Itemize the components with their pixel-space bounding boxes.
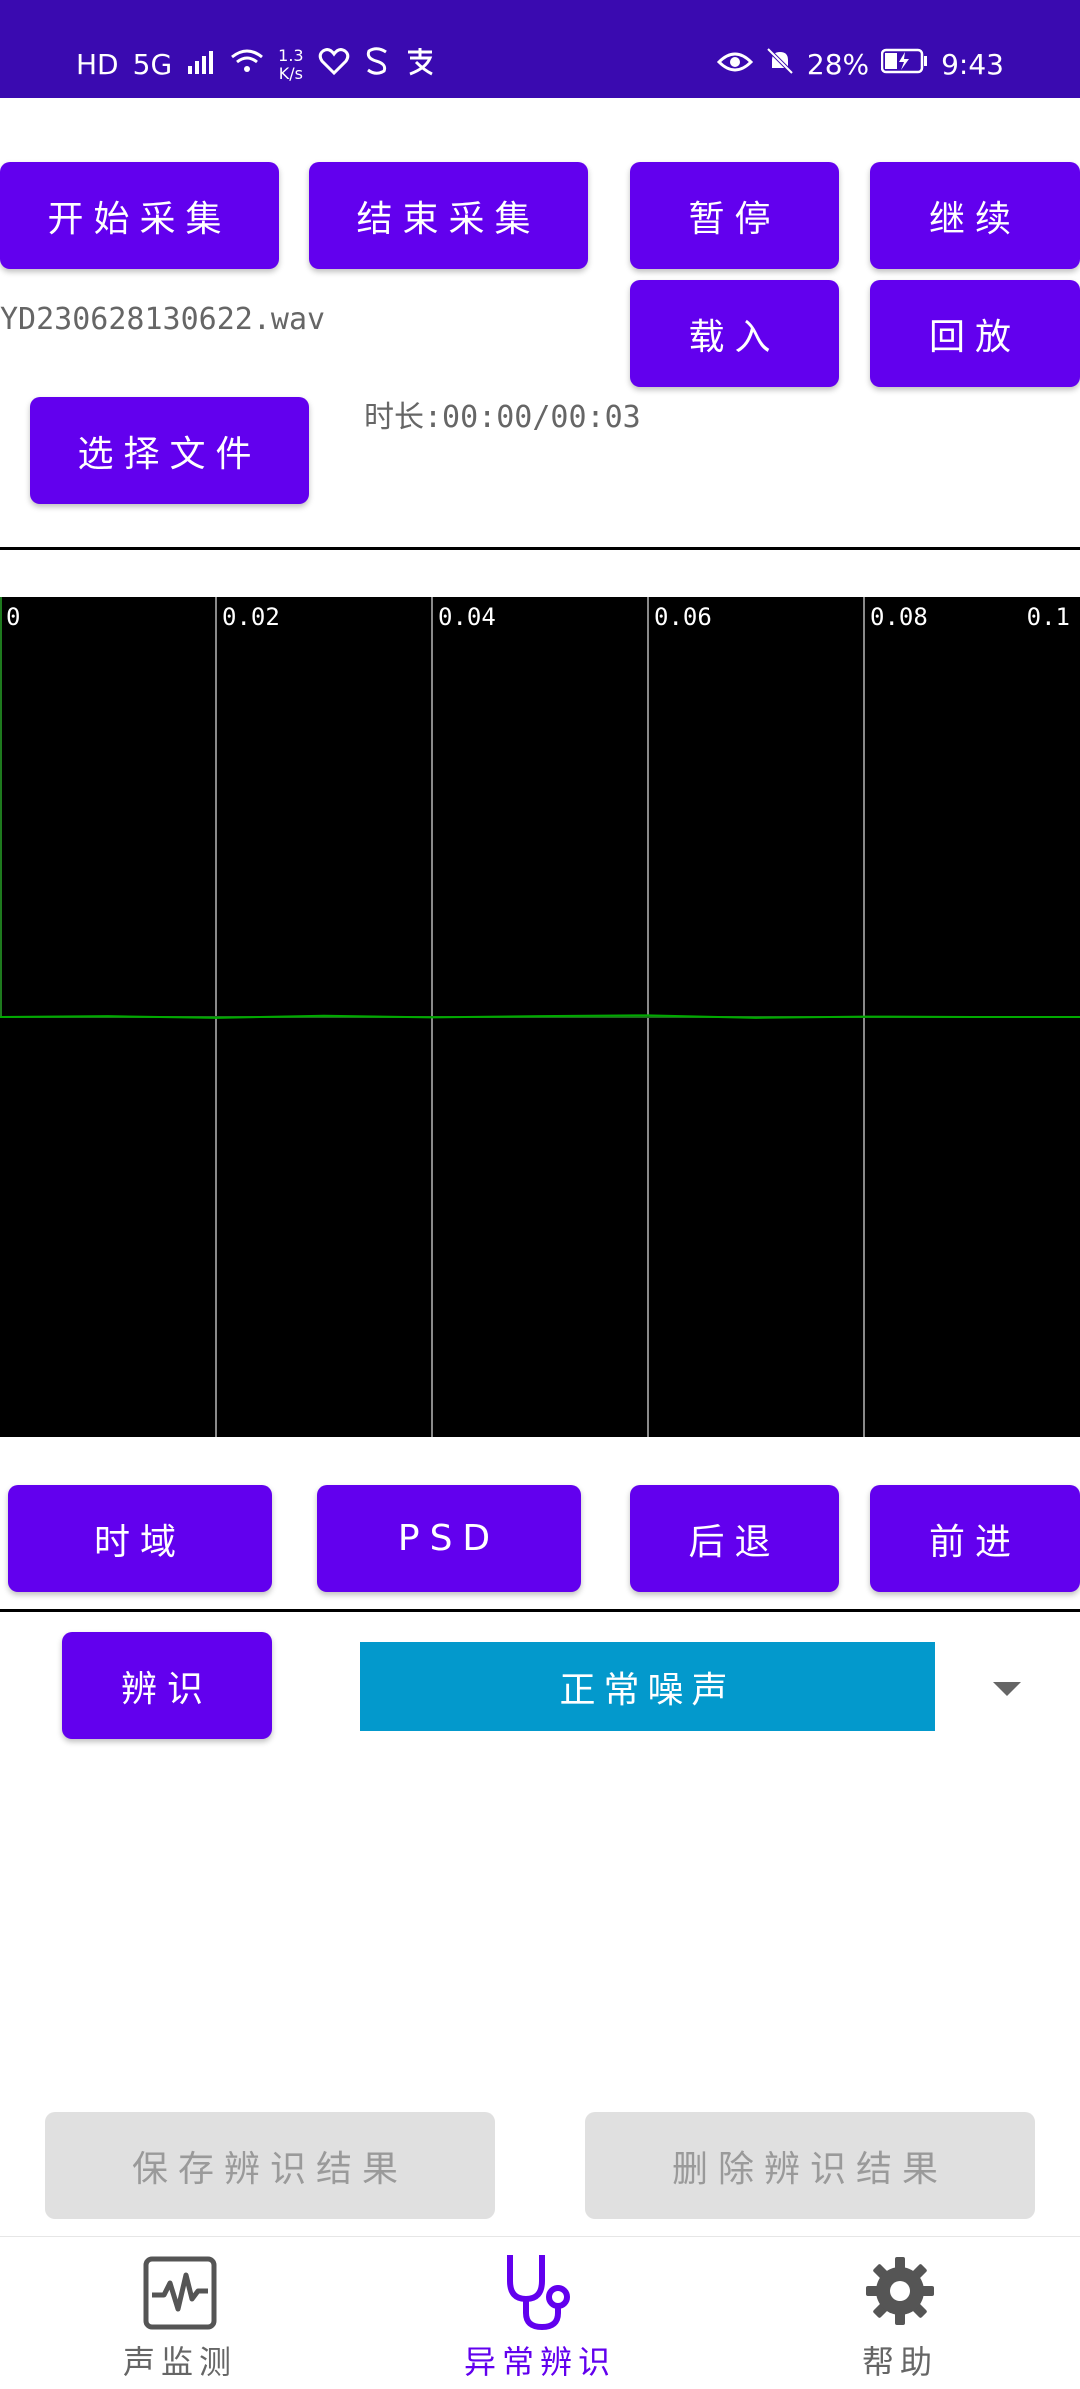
file-name: YD230628130622.wav	[0, 302, 326, 337]
x-tick-label: 0.08	[870, 603, 928, 631]
delete-result-button[interactable]: 删除辨识结果	[585, 2112, 1035, 2219]
bell-muted-icon	[765, 46, 795, 83]
save-result-button[interactable]: 保存辨识结果	[45, 2112, 495, 2219]
status-left: HD 5G 1.3 K/s	[76, 46, 436, 83]
nav-label-anomaly: 异常辨识	[463, 2343, 616, 2381]
x-tick-label: 0.1	[1027, 603, 1070, 631]
network-speed: 1.3 K/s	[278, 45, 304, 83]
battery-icon	[880, 48, 929, 81]
network-speed-unit: K/s	[278, 63, 303, 83]
eye-icon	[716, 48, 753, 81]
hd-icon: HD	[76, 48, 119, 81]
middle-divider	[0, 1609, 1080, 1612]
choose-file-button[interactable]: 选择文件	[30, 397, 309, 504]
bottom-nav: 声监测 异常辨识 帮助	[0, 2236, 1080, 2389]
start-capture-button[interactable]: 开始采集	[0, 162, 279, 269]
chevron-down-icon[interactable]	[993, 1682, 1021, 1696]
nav-label-monitor: 声监测	[122, 2343, 237, 2381]
replay-button[interactable]: 回放	[870, 280, 1080, 387]
battery-percent: 28%	[806, 48, 870, 81]
status-bar: HD 5G 1.3 K/s 28% 9:43	[0, 0, 1080, 98]
clock: 9:43	[941, 48, 1004, 81]
nav-item-anomaly[interactable]: 异常辨识	[440, 2237, 640, 2389]
continue-button[interactable]: 继续	[870, 162, 1080, 269]
status-right: 28% 9:43	[716, 46, 1004, 83]
pay-icon	[404, 46, 436, 83]
x-tick-label: 0.02	[222, 603, 280, 631]
x-tick-label: 0.04	[438, 603, 496, 631]
gear-icon	[864, 2255, 936, 2331]
waveform-chart[interactable]: 0 0.02 0.04 0.06 0.08 0.1	[0, 597, 1080, 1437]
waveform-svg: 0 0.02 0.04 0.06 0.08 0.1	[0, 597, 1080, 1437]
duration-label: 时长:00:00/00:03	[364, 400, 641, 435]
top-divider	[0, 547, 1080, 550]
load-button[interactable]: 载入	[630, 280, 839, 387]
x-tick-label: 0.06	[654, 603, 712, 631]
s-icon	[364, 46, 390, 83]
stop-capture-button[interactable]: 结束采集	[309, 162, 588, 269]
stethoscope-icon	[500, 2251, 580, 2337]
psd-button[interactable]: PSD	[317, 1485, 581, 1592]
time-domain-button[interactable]: 时域	[8, 1485, 272, 1592]
pause-button[interactable]: 暂停	[630, 162, 839, 269]
nav-item-monitor[interactable]: 声监测	[80, 2237, 280, 2389]
5g-icon: 5G	[132, 48, 173, 81]
result-select[interactable]: 正常噪声	[360, 1642, 935, 1731]
recognize-button[interactable]: 辨识	[62, 1632, 272, 1739]
nav-item-help[interactable]: 帮助	[800, 2237, 1000, 2389]
x-tick-label: 0	[6, 603, 20, 631]
wifi-icon	[230, 48, 264, 81]
back-button[interactable]: 后退	[630, 1485, 839, 1592]
heart-icon	[318, 47, 350, 82]
signal-bars-icon	[186, 48, 216, 81]
waveform-monitor-icon	[142, 2255, 218, 2335]
forward-button[interactable]: 前进	[870, 1485, 1080, 1592]
network-speed-value: 1.3	[278, 45, 304, 65]
nav-label-help: 帮助	[861, 2343, 938, 2381]
